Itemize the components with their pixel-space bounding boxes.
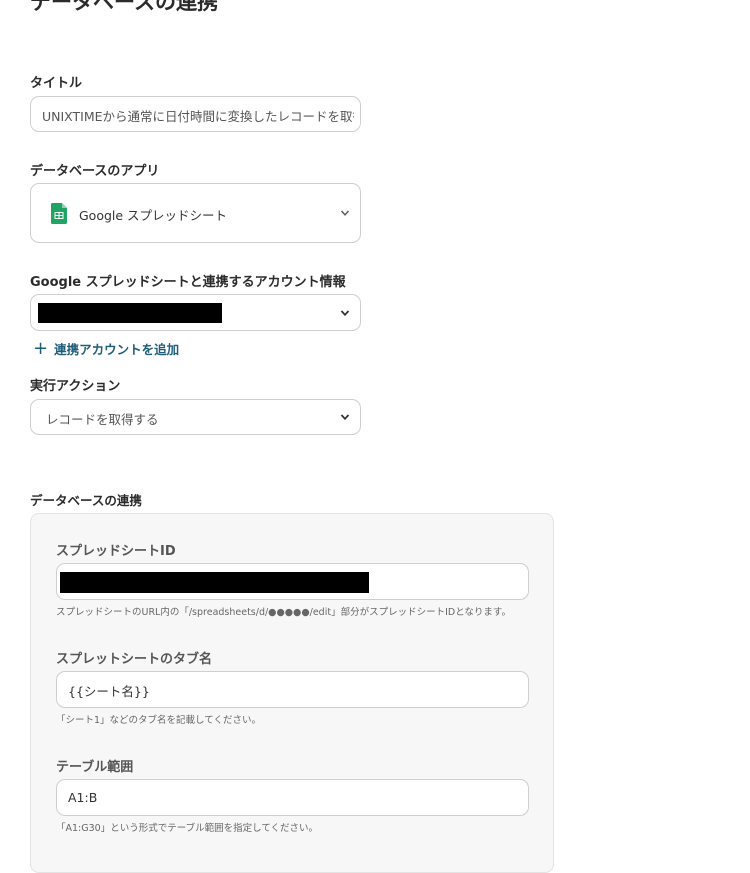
table-range-label: テーブル範囲 xyxy=(56,760,134,775)
spreadsheet-id-hint: スプレッドシートのURL内の「/spreadsheets/d/●●●●●/edi… xyxy=(56,607,511,618)
table-range-input[interactable]: A1:B xyxy=(56,779,529,816)
chevron-down-icon xyxy=(340,414,350,421)
tab-name-value: {{シート名}} xyxy=(68,684,150,699)
tab-name-label: スプレットシートのタブ名 xyxy=(56,652,213,667)
add-account-link[interactable]: + 連携アカウントを追加 xyxy=(33,339,179,358)
action-value: レコードを取得する xyxy=(46,412,159,427)
plus-icon: + xyxy=(33,337,49,359)
title-label: タイトル xyxy=(30,76,83,91)
table-range-hint: 「A1:G30」という形式でテーブル範囲を指定してください。 xyxy=(56,823,319,834)
redacted-account xyxy=(38,303,222,323)
account-select[interactable] xyxy=(30,294,361,331)
title-input-value: UNIXTIMEから通常に日付時間に変換したレコードを取得す xyxy=(42,109,354,124)
title-input[interactable]: UNIXTIMEから通常に日付時間に変換したレコードを取得す xyxy=(30,96,361,132)
action-label: 実行アクション xyxy=(30,379,121,394)
chevron-down-icon xyxy=(340,210,350,216)
account-label: Google スプレッドシートと連携するアカウント情報 xyxy=(30,275,346,290)
db-link-panel: スプレッドシートID スプレッドシートのURL内の「/spreadsheets/… xyxy=(30,513,554,873)
action-select[interactable]: レコードを取得する xyxy=(30,399,361,435)
redacted-spreadsheet-id xyxy=(60,572,369,593)
tab-name-hint: 「シート1」などのタブ名を記載してください。 xyxy=(56,715,261,726)
db-app-select[interactable]: Google スプレッドシート xyxy=(30,183,361,243)
spreadsheet-id-label: スプレッドシートID xyxy=(56,544,176,559)
spreadsheet-id-input[interactable] xyxy=(56,563,529,600)
db-link-section-label: データベースの連携 xyxy=(30,493,142,508)
page-title: データベースの連携 xyxy=(30,0,218,14)
tab-name-input[interactable]: {{シート名}} xyxy=(56,671,529,708)
table-range-value: A1:B xyxy=(68,790,98,805)
db-app-value: Google スプレッドシート xyxy=(79,208,228,223)
add-account-label: 連携アカウントを追加 xyxy=(54,342,180,357)
db-app-label: データベースのアプリ xyxy=(30,164,160,179)
google-sheets-icon xyxy=(51,203,67,224)
chevron-down-icon xyxy=(340,309,350,316)
